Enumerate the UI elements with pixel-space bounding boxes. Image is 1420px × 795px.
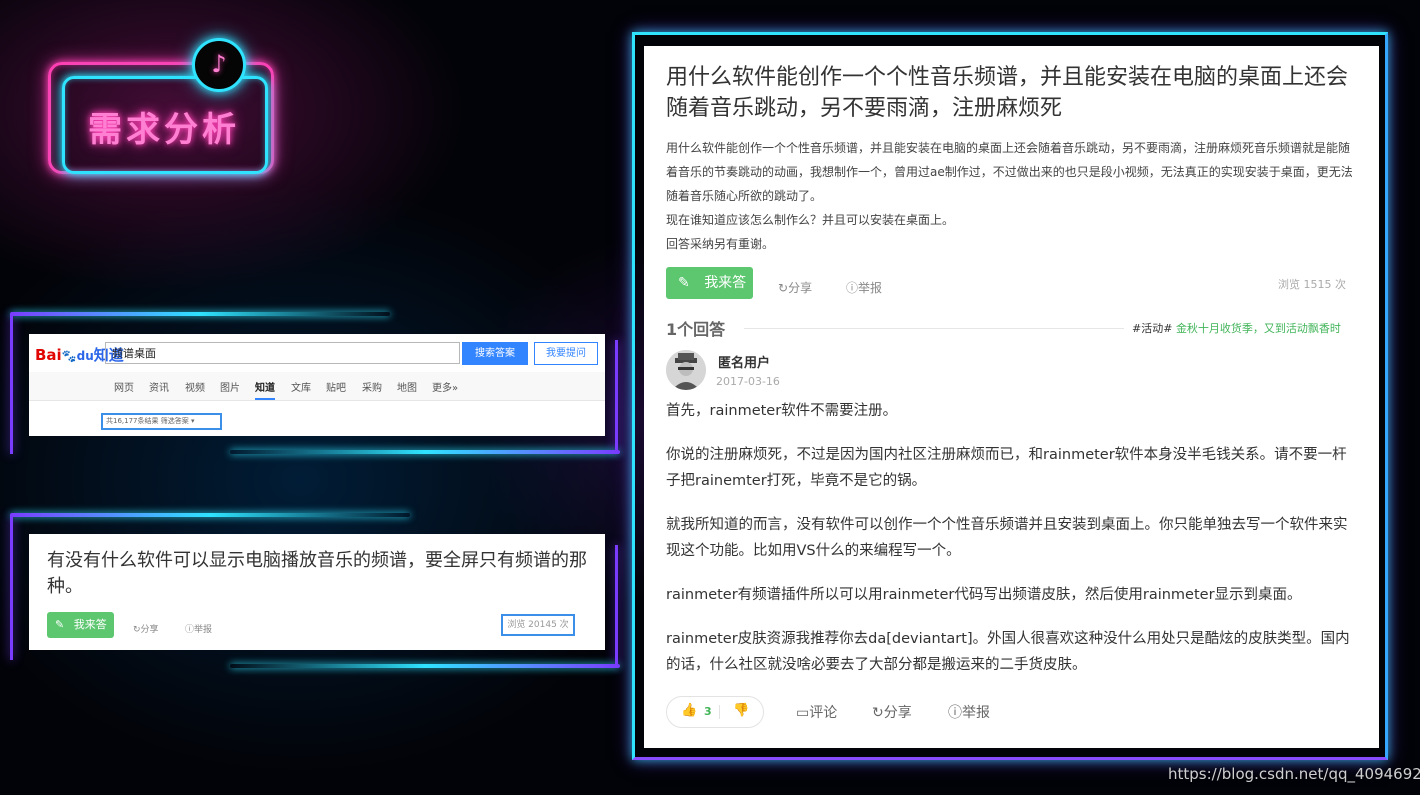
share-link[interactable]: ↻分享: [872, 702, 912, 722]
glow-frame-left: [10, 515, 13, 660]
csdn-watermark: https://blog.csdn.net/qq_40946921: [1168, 765, 1420, 783]
glow-line: [10, 312, 390, 316]
like-count: 3: [704, 705, 712, 718]
nav-item-web[interactable]: 网页: [114, 379, 134, 394]
nav-item-map[interactable]: 地图: [397, 379, 417, 394]
search-category-nav: 网页 资讯 视频 图片 知道 文库 贴吧 采购 地图 更多»: [29, 372, 605, 401]
nav-item-news[interactable]: 资讯: [149, 379, 169, 394]
report-link[interactable]: ⓘ举报: [185, 622, 212, 635]
description-paragraph: 用什么软件能创作一个个性音乐频谱，并且能安装在电脑的桌面上还会随着音乐跳动，另不…: [666, 141, 1353, 203]
edit-icon: ✎: [55, 618, 65, 631]
answer-paragraph: rainmeter皮肤资源我推荐你去da[deviantart]。外国人很喜欢这…: [666, 631, 1350, 673]
avatar[interactable]: [666, 350, 706, 390]
ask-question-button[interactable]: 我要提问: [534, 342, 598, 365]
anonymous-user-icon: [666, 350, 706, 390]
share-label: 分享: [788, 281, 813, 295]
nav-item-wenku[interactable]: 文库: [291, 379, 311, 394]
activity-banner[interactable]: #活动# 金秋十月收货季，又到活动飘香时: [1132, 320, 1341, 336]
comment-link[interactable]: ▭评论: [796, 702, 837, 722]
question-card-small: 有没有什么软件可以显示电脑播放音乐的频谱，要全屏只有频谱的那种。 ✎ 我来答 ↻…: [29, 534, 605, 650]
comment-label: 评论: [809, 705, 838, 721]
nav-item-purchase[interactable]: 采购: [362, 379, 382, 394]
nav-item-video[interactable]: 视频: [185, 379, 205, 394]
badge-title: 需求分析: [88, 110, 240, 150]
comment-icon: ▭: [796, 705, 810, 721]
paw-icon: 🐾: [61, 349, 77, 363]
glow-frame-right: [615, 340, 618, 452]
share-label: 分享: [140, 625, 159, 635]
answer-paragraph: rainmeter有频谱插件所以可以用rainmeter代码写出频谱皮肤，然后使…: [666, 587, 1302, 603]
share-icon: ↻: [133, 625, 141, 635]
vote-divider: [719, 705, 720, 719]
answer-button[interactable]: ✎ 我来答: [47, 612, 114, 638]
thumbs-up-icon[interactable]: 👍: [681, 703, 697, 718]
answer-button-label: 我来答: [704, 275, 747, 291]
answer-paragraph: 就我所知道的而言，没有软件可以创作一个个性音乐频谱并且安装到桌面上。你只能单独去…: [666, 517, 1348, 559]
view-count: 浏览 20145 次: [501, 614, 575, 636]
nav-item-images[interactable]: 图片: [220, 379, 240, 394]
share-icon: ↻: [778, 281, 789, 295]
glow-line: [10, 513, 410, 517]
answer-username[interactable]: 匿名用户: [718, 352, 770, 371]
logo-du-text: du: [76, 349, 94, 363]
report-label: 举报: [194, 625, 213, 635]
answer-button-label: 我来答: [73, 618, 107, 631]
report-icon: ⓘ: [948, 705, 962, 721]
question-detail-card: 用什么软件能创作一个个性音乐频谱，并且能安装在电脑的桌面上还会随着音乐跳动，另不…: [644, 46, 1379, 748]
nav-item-zhidao[interactable]: 知道: [255, 379, 275, 400]
report-label: 举报: [858, 281, 883, 295]
share-label: 分享: [883, 705, 912, 721]
search-answers-button[interactable]: 搜索答案: [462, 342, 528, 365]
description-paragraph: 现在谁知道应该怎么制作么？并且可以安装在桌面上。: [666, 213, 955, 227]
answer-button[interactable]: ✎ 我来答: [666, 267, 753, 299]
edit-icon: ✎: [678, 275, 690, 291]
answer-paragraph: 你说的注册麻烦死，不过是因为国内社区注册麻烦而已，和rainmeter软件本身没…: [666, 447, 1347, 489]
report-link[interactable]: ⓘ举报: [948, 702, 990, 722]
view-count: 浏览 1515 次: [1278, 278, 1346, 291]
report-link[interactable]: ⓘ举报: [846, 279, 882, 296]
answer-count: 1个回答: [666, 320, 726, 339]
glow-line: [230, 664, 620, 668]
vote-box: 👍 3 👎: [666, 696, 764, 728]
nav-item-more[interactable]: 更多»: [432, 379, 458, 394]
glow-line: [230, 450, 620, 454]
answer-paragraph: 首先，rainmeter软件不需要注册。: [666, 403, 898, 419]
search-input[interactable]: 频谱桌面: [105, 342, 460, 364]
share-icon: ↻: [872, 705, 884, 721]
baidu-search-screenshot: Bai🐾du 知道 频谱桌面 搜索答案 我要提问 网页 资讯 视频 图片 知道 文…: [29, 334, 605, 436]
question-title: 用什么软件能创作一个个性音乐频谱，并且能安装在电脑的桌面上还会随着音乐跳动，另不…: [666, 65, 1349, 121]
share-link[interactable]: ↻分享: [133, 622, 159, 635]
report-icon: ⓘ: [185, 625, 195, 635]
activity-tag: #活动#: [1132, 322, 1173, 335]
divider: [744, 328, 1124, 329]
question-description: 用什么软件能创作一个个性音乐频谱，并且能安装在电脑的桌面上还会随着音乐跳动，另不…: [666, 136, 1354, 256]
report-label: 举报: [962, 705, 990, 721]
answer-body: 首先，rainmeter软件不需要注册。 你说的注册麻烦死，不过是因为国内社区注…: [666, 398, 1356, 696]
logo-bai-text: Bai: [35, 346, 62, 364]
thumbs-down-icon[interactable]: 👎: [733, 703, 749, 718]
glow-frame-left: [10, 314, 13, 454]
share-link[interactable]: ↻分享: [778, 279, 812, 296]
description-paragraph: 回答采纳另有重谢。: [666, 237, 775, 251]
answer-date: 2017-03-16: [716, 375, 780, 388]
activity-text: 金秋十月收货季，又到活动飘香时: [1175, 322, 1341, 335]
report-icon: ⓘ: [846, 281, 859, 295]
question-title[interactable]: 有没有什么软件可以显示电脑播放音乐的频谱，要全屏只有频谱的那种。: [47, 548, 587, 600]
glow-frame-right: [615, 545, 618, 665]
nav-item-tieba[interactable]: 贴吧: [326, 379, 346, 394]
result-count-filter[interactable]: 共16,177条结果 筛选答案 ▾: [101, 413, 222, 430]
music-note-icon: ♪: [192, 38, 246, 92]
